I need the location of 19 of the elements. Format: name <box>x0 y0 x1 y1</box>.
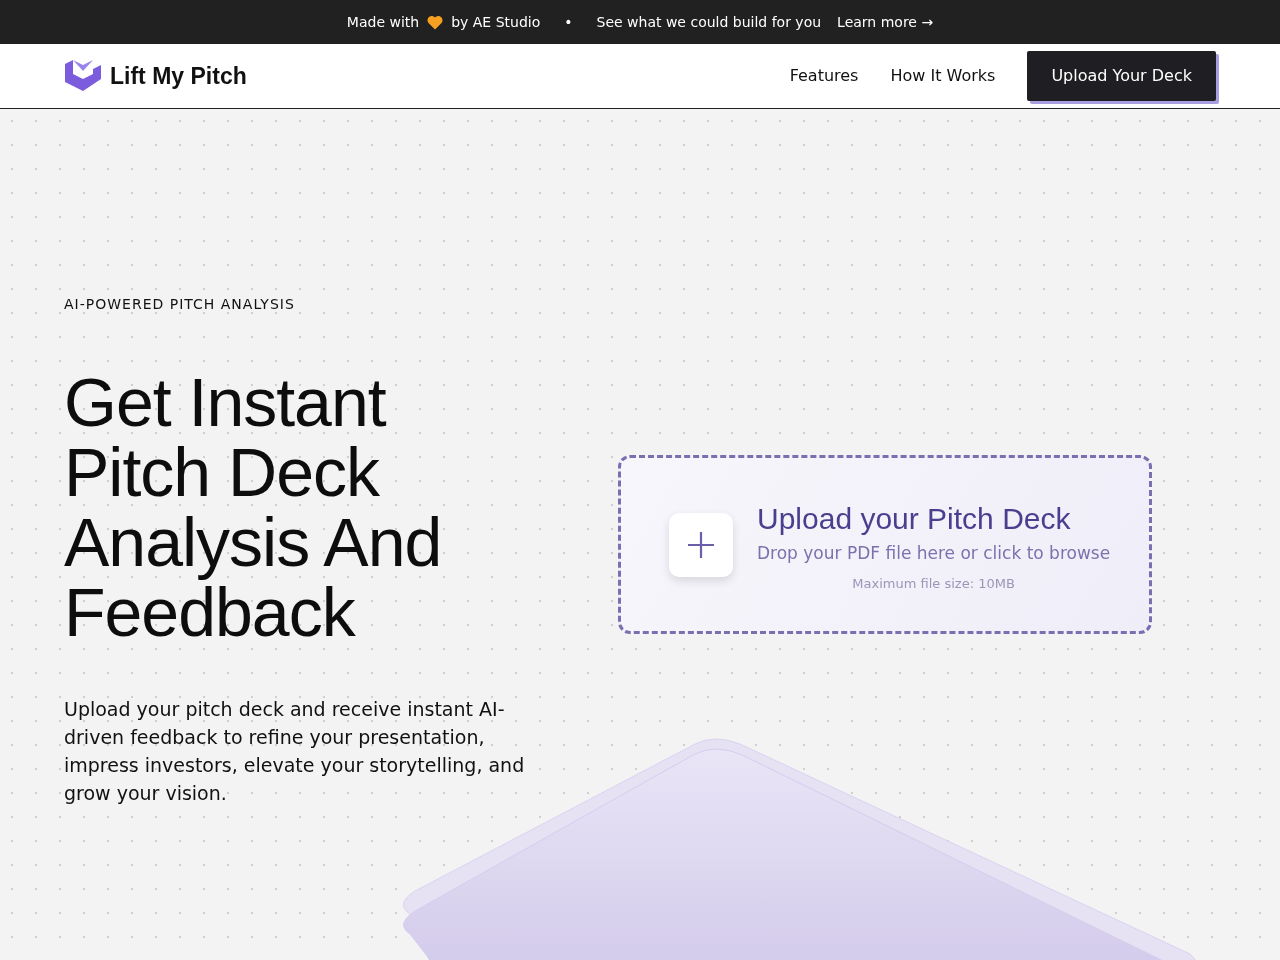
upload-title: Upload your Pitch Deck <box>757 500 1072 537</box>
upload-dropzone[interactable]: Upload your Pitch Deck Drop your PDF file here or click to browse Maximum file size: 10MB <box>618 455 1152 634</box>
hero-heading: Get Instant Pitch Deck Analysis And Feedback <box>64 367 443 647</box>
learn-more-link[interactable]: Learn more → <box>837 11 934 33</box>
brand-name: Lift My Pitch <box>110 61 247 91</box>
nav-link[interactable]: How It Works <box>890 64 996 88</box>
heart-icon <box>427 14 444 30</box>
logo-icon <box>64 60 102 92</box>
separator-dot: • <box>564 12 573 32</box>
plus-icon <box>687 530 715 559</box>
file-size-limit: Maximum file size: 10MB <box>851 575 1016 593</box>
announcement-text: See what we could build for you <box>596 12 822 32</box>
nav-link[interactable]: Features <box>789 64 859 88</box>
upload-subtitle: Drop your PDF file here or click to browse <box>757 541 1111 565</box>
eyebrow-text: AI-POWERED PITCH ANALYSIS <box>64 295 296 314</box>
upload-deck-button[interactable]: Upload Your Deck <box>1027 51 1216 101</box>
announcement-text: Made with <box>346 12 420 32</box>
hero-description: Upload your pitch deck and receive instant AI-driven feedback to refine your presentation, impress investors, elevate your storytelling, and grow your vision. <box>64 697 526 806</box>
announcement-text: by AE Studio <box>451 12 541 32</box>
